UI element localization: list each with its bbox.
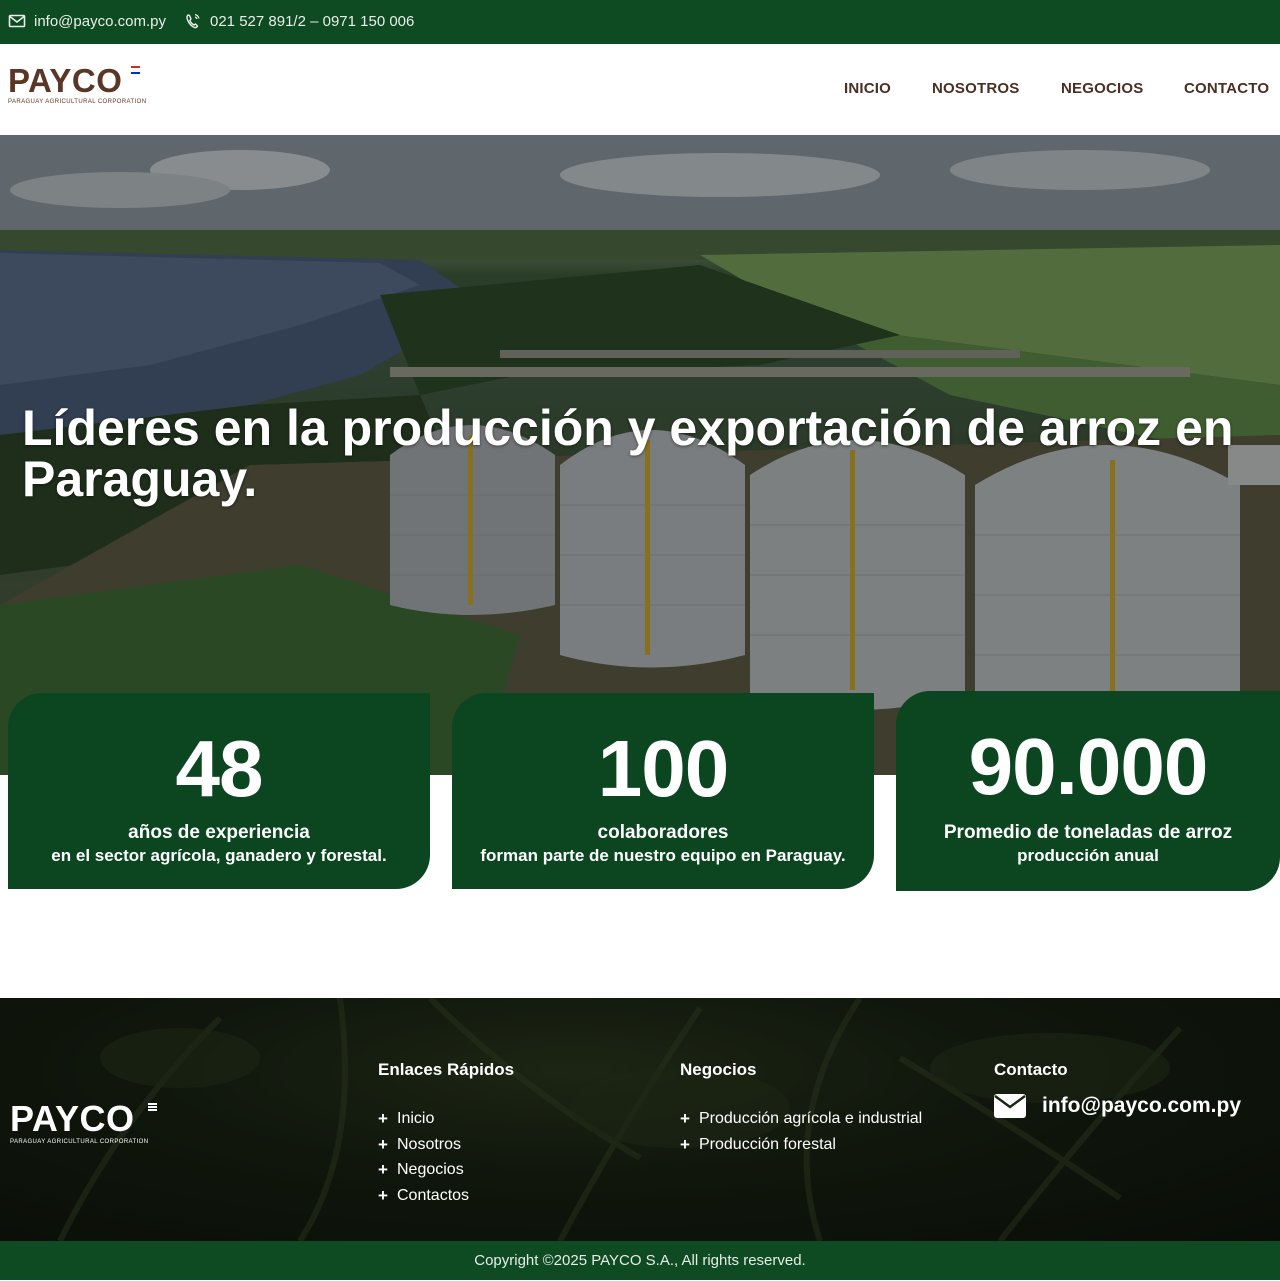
site-header: PAYCO PARAGUAY AGRICULTURAL CORPORATION … (0, 44, 1280, 135)
footer-link-label[interactable]: Contactos (397, 1187, 469, 1204)
footer-link-label[interactable]: Nosotros (397, 1136, 461, 1153)
topbar-email-text[interactable]: info@payco.com.py (34, 13, 166, 30)
logo-wordmark: PAYCO (8, 62, 123, 99)
stat-card-experience: 48 años de experiencia en el sector agrí… (8, 693, 430, 889)
payco-logo[interactable]: PAYCO PARAGUAY AGRICULTURAL CORPORATION (8, 64, 148, 114)
footer-business-title: Negocios (680, 1060, 757, 1079)
footer-link-negocios[interactable]: + Negocios (378, 1161, 514, 1178)
plus-icon: + (378, 1134, 388, 1154)
stat-number: 100 (597, 724, 729, 813)
footer-business-label[interactable]: Producción agrícola e industrial (699, 1110, 922, 1127)
envelope-icon (8, 14, 26, 28)
stat-label: años de experiencia (128, 822, 310, 843)
site-footer: PAYCO PARAGUAY AGRICULTURAL CORPORATION … (0, 998, 1280, 1241)
plus-icon: + (378, 1186, 388, 1206)
stat-label: colaboradores (597, 822, 729, 843)
footer-business: Negocios + Producción agrícola e industri… (680, 1060, 922, 1161)
plus-icon: + (378, 1109, 388, 1128)
footer-link-label[interactable]: Inicio (397, 1110, 434, 1127)
footer-payco-logo[interactable]: PAYCO PARAGUAY AGRICULTURAL CORPORATION (10, 1100, 160, 1154)
footer-quick-links-title: Enlaces Rápidos (378, 1060, 515, 1079)
footer-quick-links: Enlaces Rápidos + Inicio + Nosotros + Negoc… (378, 1060, 514, 1213)
footer-business-agricola[interactable]: + Producción agrícola e industrial (680, 1110, 922, 1127)
nav-inicio[interactable]: INICIO (844, 80, 891, 97)
footer-contact-email[interactable]: info@payco.com.py (994, 1094, 1241, 1118)
footer-link-inicio[interactable]: + Inicio (378, 1110, 514, 1127)
footer-link-label[interactable]: Negocios (397, 1161, 464, 1178)
footer-contact-email-text[interactable]: info@payco.com.py (1042, 1094, 1241, 1118)
footer-flag-mark-icon (148, 1103, 157, 1111)
footer-contact-title: Contacto (994, 1060, 1068, 1079)
hero-banner: Líderes en la producción y exportación d… (0, 135, 1280, 775)
logo-tagline: PARAGUAY AGRICULTURAL CORPORATION (8, 99, 147, 105)
top-contact-bar: info@payco.com.py 021 527 891/2 – 0971 1… (0, 0, 1280, 44)
nav-nosotros[interactable]: NOSOTROS (932, 80, 1019, 97)
footer-overlay (0, 998, 1280, 1241)
stat-number: 90.000 (968, 722, 1209, 811)
stat-number: 48 (175, 724, 264, 813)
phone-icon (186, 13, 200, 29)
footer-logo-wordmark: PAYCO (10, 1098, 135, 1139)
copyright-bar: Copyright ©2025 PAYCO S.A., All rights r… (0, 1241, 1280, 1280)
hero-title: Líderes en la producción y exportación d… (22, 400, 1234, 507)
copyright-text: Copyright ©2025 PAYCO S.A., All rights r… (474, 1252, 806, 1269)
footer-business-forestal[interactable]: + Producción forestal (680, 1136, 922, 1153)
footer-logo-tagline: PARAGUAY AGRICULTURAL CORPORATION (10, 1139, 149, 1145)
stat-card-employees: 100 colaboradores forman parte de nuestr… (452, 693, 874, 889)
plus-icon: + (680, 1134, 690, 1154)
plus-icon: + (378, 1160, 388, 1180)
topbar-phone[interactable]: 021 527 891/2 – 0971 150 006 (184, 12, 414, 30)
topbar-phone-text[interactable]: 021 527 891/2 – 0971 150 006 (210, 13, 414, 30)
plus-icon: + (680, 1109, 690, 1128)
nav-negocios[interactable]: NEGOCIOS (1061, 80, 1143, 97)
footer-contact: Contacto info@payco.com.py (994, 1060, 1241, 1118)
flag-mark-icon (131, 66, 140, 74)
footer-link-nosotros[interactable]: + Nosotros (378, 1136, 514, 1153)
footer-link-contactos[interactable]: + Contactos (378, 1187, 514, 1204)
stat-description: producción anual (1017, 846, 1159, 865)
envelope-icon (994, 1094, 1026, 1118)
stat-description: en el sector agrícola, ganadero y forest… (51, 846, 387, 865)
footer-business-label[interactable]: Producción forestal (699, 1136, 836, 1153)
stat-card-production: 90.000 Promedio de toneladas de arroz pr… (896, 691, 1280, 891)
nav-contacto[interactable]: CONTACTO (1184, 80, 1269, 97)
stat-description: forman parte de nuestro equipo en Paragu… (480, 846, 846, 865)
topbar-email[interactable]: info@payco.com.py (8, 12, 166, 30)
stat-label: Promedio de toneladas de arroz (943, 822, 1233, 843)
